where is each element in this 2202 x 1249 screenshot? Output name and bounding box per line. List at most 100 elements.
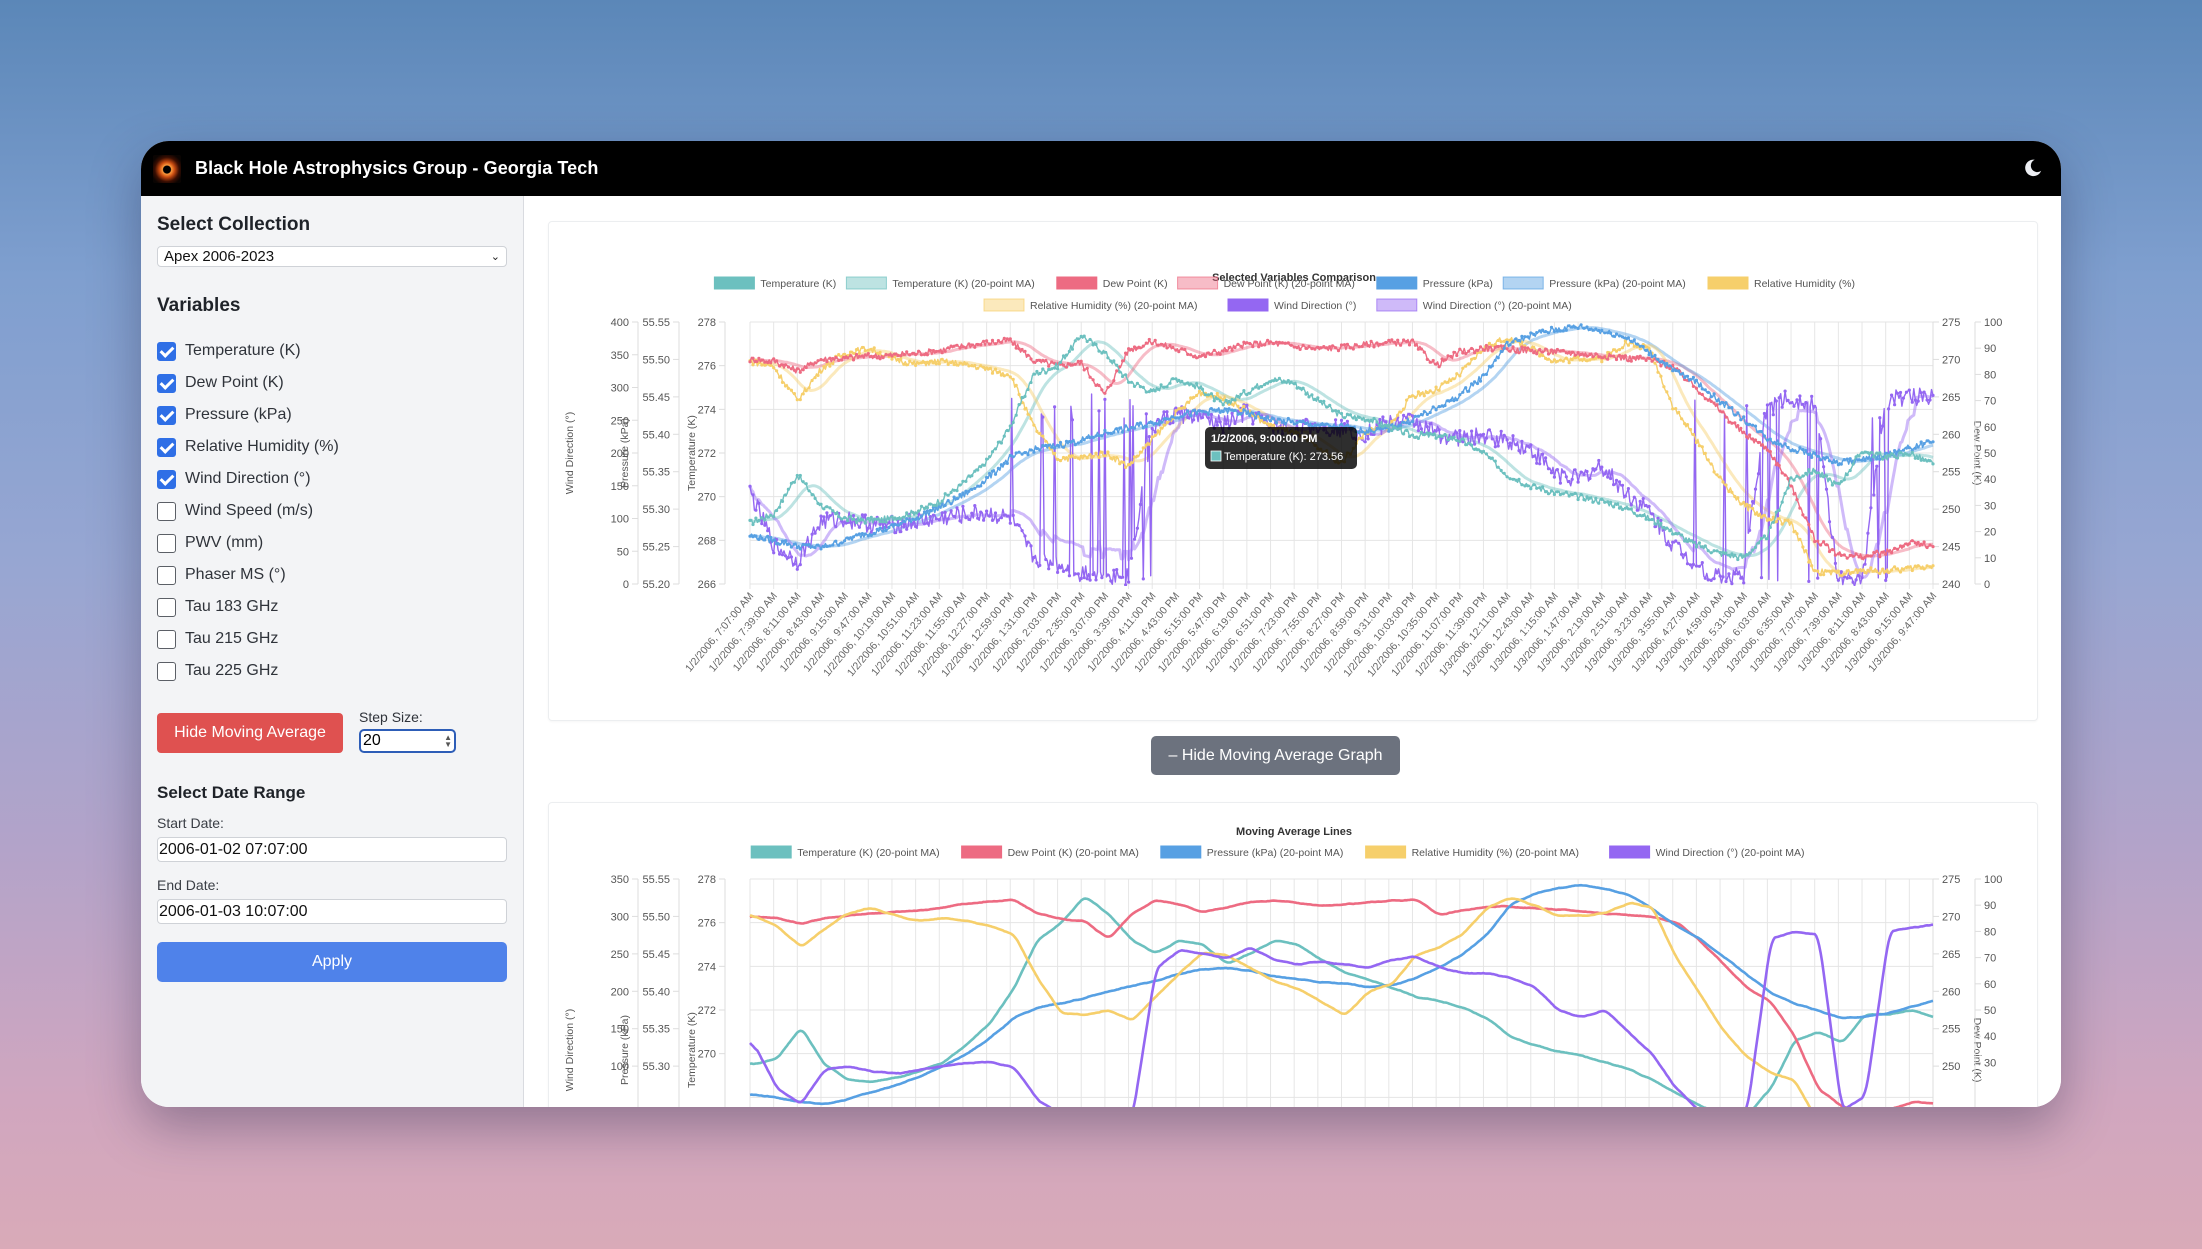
axis-title: Pressure (kPa) — [619, 418, 631, 488]
variable-item[interactable]: Wind Speed (m/s) — [157, 495, 507, 527]
legend-label: Pressure (kPa) — [1423, 278, 1493, 290]
variable-item[interactable]: Tau 225 GHz — [157, 655, 507, 687]
data-point — [1416, 429, 1420, 433]
data-point — [1032, 372, 1036, 376]
legend-item[interactable]: Wind Direction (°) (20-point MA) — [1609, 845, 1805, 859]
data-point — [1159, 420, 1163, 424]
data-point — [1197, 386, 1202, 390]
data-point — [1005, 514, 1009, 518]
data-point — [1659, 360, 1663, 364]
variable-item[interactable]: Dew Point (K) — [157, 367, 507, 399]
legend-swatch — [1707, 276, 1749, 290]
data-point — [1298, 347, 1302, 351]
variable-item[interactable]: Wind Direction (°) — [157, 463, 507, 495]
legend-item[interactable]: Dew Point (K) — [1056, 276, 1168, 290]
data-point — [1745, 435, 1749, 439]
data-point — [1174, 348, 1178, 352]
data-point — [1653, 361, 1657, 365]
data-point — [1688, 427, 1693, 432]
data-point — [1792, 404, 1796, 408]
variable-checkbox[interactable] — [157, 533, 176, 553]
data-point — [1795, 532, 1799, 536]
moving-average-chart[interactable]: Moving Average LinesTemperature (K) (20-… — [549, 803, 2055, 1107]
step-size-input[interactable]: 20 ▲ ▼ — [359, 729, 456, 753]
variable-checkbox[interactable] — [157, 661, 176, 681]
tick-label: 60 — [1984, 979, 1996, 991]
legend-item[interactable]: Temperature (K) — [713, 276, 836, 290]
legend-item[interactable]: Temperature (K) (20-point MA) — [845, 276, 1035, 290]
data-point — [1023, 451, 1027, 455]
legend-item[interactable]: Wind Direction (°) — [1227, 298, 1356, 312]
data-point — [1671, 540, 1675, 544]
data-point — [1626, 343, 1630, 347]
data-point — [1366, 437, 1370, 441]
variable-checkbox[interactable] — [157, 629, 176, 649]
data-point — [1425, 391, 1429, 395]
collection-select[interactable]: Apex 2006-2023 ⌄ — [157, 246, 507, 267]
variable-checkbox[interactable] — [157, 597, 176, 617]
legend-item[interactable]: Relative Humidity (%) (20-point MA) — [1365, 845, 1579, 859]
spinner-arrows-icon[interactable]: ▲ ▼ — [444, 734, 452, 749]
variable-checkbox[interactable] — [157, 341, 176, 361]
data-point — [860, 518, 864, 522]
variable-checkbox[interactable] — [157, 565, 176, 585]
data-point — [1242, 389, 1246, 393]
apply-button[interactable]: Apply — [157, 942, 507, 982]
data-point — [1280, 380, 1284, 384]
legend-item[interactable]: Pressure (kPa) (20-point MA) — [1502, 276, 1686, 290]
data-point — [1221, 398, 1225, 402]
tick-label: 275 — [1942, 874, 1960, 886]
variable-item[interactable]: Temperature (K) — [157, 335, 507, 367]
legend-item[interactable]: Relative Humidity (%) (20-point MA) — [983, 298, 1197, 312]
data-point — [1129, 426, 1134, 430]
variable-item[interactable]: PWV (mm) — [157, 527, 507, 559]
data-point — [1032, 555, 1036, 560]
legend-item[interactable]: Temperature (K) (20-point MA) — [750, 845, 940, 859]
data-point — [899, 517, 903, 521]
variable-checkbox[interactable] — [157, 373, 176, 393]
variable-checkbox[interactable] — [157, 437, 176, 457]
data-point — [1623, 494, 1627, 498]
data-point — [1641, 345, 1645, 349]
end-date-input[interactable]: 2006-01-03 10:07:00 — [157, 899, 507, 924]
variable-item[interactable]: Relative Humidity (%) — [157, 431, 507, 463]
data-point — [1869, 458, 1873, 462]
variable-item[interactable]: Phaser MS (°) — [157, 559, 507, 591]
variable-checkbox[interactable] — [157, 501, 176, 521]
hide-moving-average-graph-button[interactable]: – Hide Moving Average Graph — [1151, 736, 1400, 775]
data-point — [1038, 563, 1042, 567]
data-point — [1650, 359, 1654, 363]
variable-checkbox[interactable] — [157, 469, 176, 489]
data-point — [1449, 354, 1453, 359]
data-point — [854, 533, 859, 537]
legend-item[interactable]: Wind Direction (°) (20-point MA) — [1376, 298, 1572, 312]
legend-item[interactable]: Dew Point (K) (20-point MA) — [961, 845, 1139, 859]
data-point — [1665, 526, 1669, 530]
data-point — [1017, 392, 1021, 397]
data-point — [1026, 453, 1030, 457]
variable-checkbox[interactable] — [157, 405, 176, 425]
data-point — [1159, 342, 1163, 346]
data-point — [1484, 372, 1488, 376]
data-point — [1452, 435, 1456, 439]
variable-item[interactable]: Tau 183 GHz — [157, 591, 507, 623]
data-point — [1824, 474, 1829, 478]
legend-item[interactable]: Pressure (kPa) — [1376, 276, 1493, 290]
hide-moving-average-button[interactable]: Hide Moving Average — [157, 713, 343, 753]
legend-item[interactable]: Pressure (kPa) (20-point MA) — [1160, 845, 1344, 859]
variable-item[interactable]: Tau 215 GHz — [157, 623, 507, 655]
legend-item[interactable]: Relative Humidity (%) — [1707, 276, 1855, 290]
data-point — [1629, 507, 1633, 511]
variable-item[interactable]: Pressure (kPa) — [157, 399, 507, 431]
data-point — [1144, 341, 1148, 345]
legend-item[interactable]: Dew Point (K) (20-point MA) — [1177, 276, 1355, 290]
data-point — [1845, 556, 1849, 560]
data-point — [863, 532, 867, 536]
data-point — [1827, 569, 1832, 573]
data-point — [1742, 500, 1746, 505]
moon-icon[interactable] — [2021, 157, 2043, 179]
data-point — [1839, 574, 1843, 578]
data-point — [1437, 434, 1441, 438]
comparison-chart[interactable]: Selected Variables ComparisonTemperature… — [549, 222, 2055, 722]
start-date-input[interactable]: 2006-01-02 07:07:00 — [157, 837, 507, 862]
